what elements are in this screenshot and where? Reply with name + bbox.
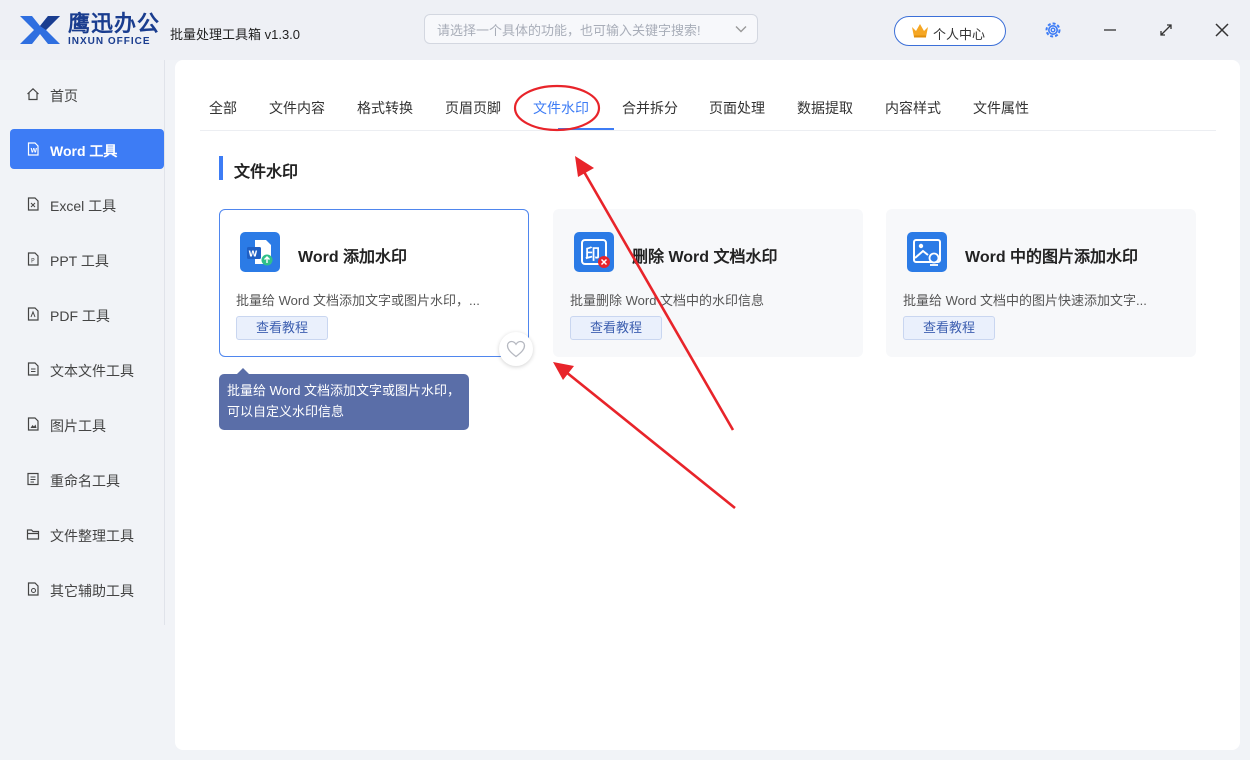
view-tutorial-button[interactable]: 查看教程 [236,316,328,340]
sidebar-item-label: 图片工具 [50,418,106,434]
app-title: 批量处理工具箱 v1.3.0 [170,27,301,42]
svg-text:W: W [249,250,258,259]
sidebar-item-label: PDF 工具 [50,308,110,324]
brand-name: 鹰迅办公 [68,11,161,36]
pdf-file-icon [27,307,39,321]
section-title-label: 文件水印 [234,164,299,181]
folder-icon [26,529,40,540]
sidebar-item-label: Word 工具 [50,143,118,159]
sidebar-item-ppt[interactable]: P PPT 工具 [10,239,164,279]
tab-file-properties[interactable]: 文件属性 [973,98,1029,118]
minimize-icon[interactable] [1100,20,1120,40]
view-tutorial-button[interactable]: 查看教程 [903,316,995,340]
favorite-button[interactable] [499,332,533,366]
crown-icon [912,24,928,38]
watermark-remove-icon: 印 [574,232,614,272]
tab-content-style[interactable]: 内容样式 [885,98,941,118]
brand-logo: 鹰迅办公 INXUN OFFICE [18,11,161,48]
sidebar-item-label: PPT 工具 [50,253,109,269]
home-icon [27,87,39,101]
tab-all[interactable]: 全部 [209,98,237,118]
sidebar-item-label: 文件整理工具 [50,528,134,544]
excel-file-icon [27,197,39,211]
tab-merge-split[interactable]: 合并拆分 [622,98,678,118]
word-file-icon: W [27,142,39,156]
svg-text:印: 印 [585,245,600,263]
tool-card-description: 批量删除 Word 文档中的水印信息 [570,293,765,308]
tool-card-description: 批量给 Word 文档中的图片快速添加文字... [903,293,1147,308]
sidebar-item-rename[interactable]: 重命名工具 [10,459,164,499]
word-watermark-add-icon: W [240,232,280,272]
search-box[interactable] [424,14,758,45]
tab-file-watermark[interactable]: 文件水印 [533,98,589,118]
image-file-icon [27,417,39,431]
sidebar-item-home[interactable]: 首页 [10,74,164,114]
tab-page-process[interactable]: 页面处理 [709,98,765,118]
tool-card-word-image-watermark[interactable]: Word 中的图片添加水印 批量给 Word 文档中的图片快速添加文字... 查… [886,209,1196,357]
sidebar-item-label: 重命名工具 [50,473,120,489]
tab-header-footer[interactable]: 页眉页脚 [445,98,501,118]
section-title-bar [219,156,223,180]
sidebar-item-label: Excel 工具 [50,198,117,214]
brand-logo-icon [20,16,60,44]
svg-text:W: W [31,148,38,155]
tab-data-extract[interactable]: 数据提取 [797,98,853,118]
sidebar-item-excel[interactable]: Excel 工具 [10,184,164,224]
card-tooltip: 批量给 Word 文档添加文字或图片水印，可以自定义水印信息 [219,368,469,430]
main-panel: 全部 文件内容 格式转换 页眉页脚 文件水印 合并拆分 页面处理 数据提取 内容… [175,60,1240,750]
sidebar: 首页 W Word 工具 Excel 工具 P PPT 工具 PDF 工具 文本… [0,60,165,760]
chevron-down-icon[interactable] [735,23,747,35]
rename-icon [27,472,39,486]
tool-card-word-add-watermark[interactable]: W Word 添加水印 批量给 Word 文档添加文字或图片水印，... 查看教… [219,209,529,357]
close-icon[interactable] [1212,20,1232,40]
tool-card-title: Word 中的图片添加水印 [965,249,1139,266]
tool-card-remove-word-watermark[interactable]: 印 删除 Word 文档水印 批量删除 Word 文档中的水印信息 查看教程 [553,209,863,357]
user-center-label: 个人中心 [933,27,986,42]
sidebar-item-text-file[interactable]: 文本文件工具 [10,349,164,389]
image-watermark-icon [907,232,947,272]
active-tab-indicator [558,128,614,130]
settings-icon[interactable] [1043,20,1063,40]
sidebar-item-word[interactable]: W Word 工具 [10,129,164,169]
sidebar-item-image[interactable]: 图片工具 [10,404,164,444]
tab-format-convert[interactable]: 格式转换 [357,98,413,118]
sidebar-divider [164,60,165,625]
tool-card-description: 批量给 Word 文档添加文字或图片水印，... [236,293,480,308]
sidebar-item-label: 首页 [50,88,78,104]
tool-card-title: 删除 Word 文档水印 [632,249,778,266]
brand-name-en: INXUN OFFICE [68,36,151,47]
title-bar: 鹰迅办公 INXUN OFFICE 批量处理工具箱 v1.3.0 个人中心 [0,0,1250,60]
view-tutorial-button[interactable]: 查看教程 [570,316,662,340]
sidebar-item-label: 文本文件工具 [50,363,134,379]
sidebar-item-file-organize[interactable]: 文件整理工具 [10,514,164,554]
sidebar-item-label: 其它辅助工具 [50,583,134,599]
sidebar-item-misc[interactable]: 其它辅助工具 [10,569,164,609]
user-center-button[interactable]: 个人中心 [894,16,1006,46]
misc-tool-icon [27,582,39,596]
search-input[interactable] [435,15,729,45]
ppt-file-icon: P [27,252,39,266]
tab-file-content[interactable]: 文件内容 [269,98,325,118]
text-file-icon [27,362,39,376]
sidebar-item-pdf[interactable]: PDF 工具 [10,294,164,334]
category-tabs: 全部 文件内容 格式转换 页眉页脚 文件水印 合并拆分 页面处理 数据提取 内容… [200,60,1216,131]
restore-icon[interactable] [1156,20,1176,40]
heart-icon [506,340,526,358]
tool-card-title: Word 添加水印 [298,249,408,266]
svg-text:P: P [31,258,35,265]
